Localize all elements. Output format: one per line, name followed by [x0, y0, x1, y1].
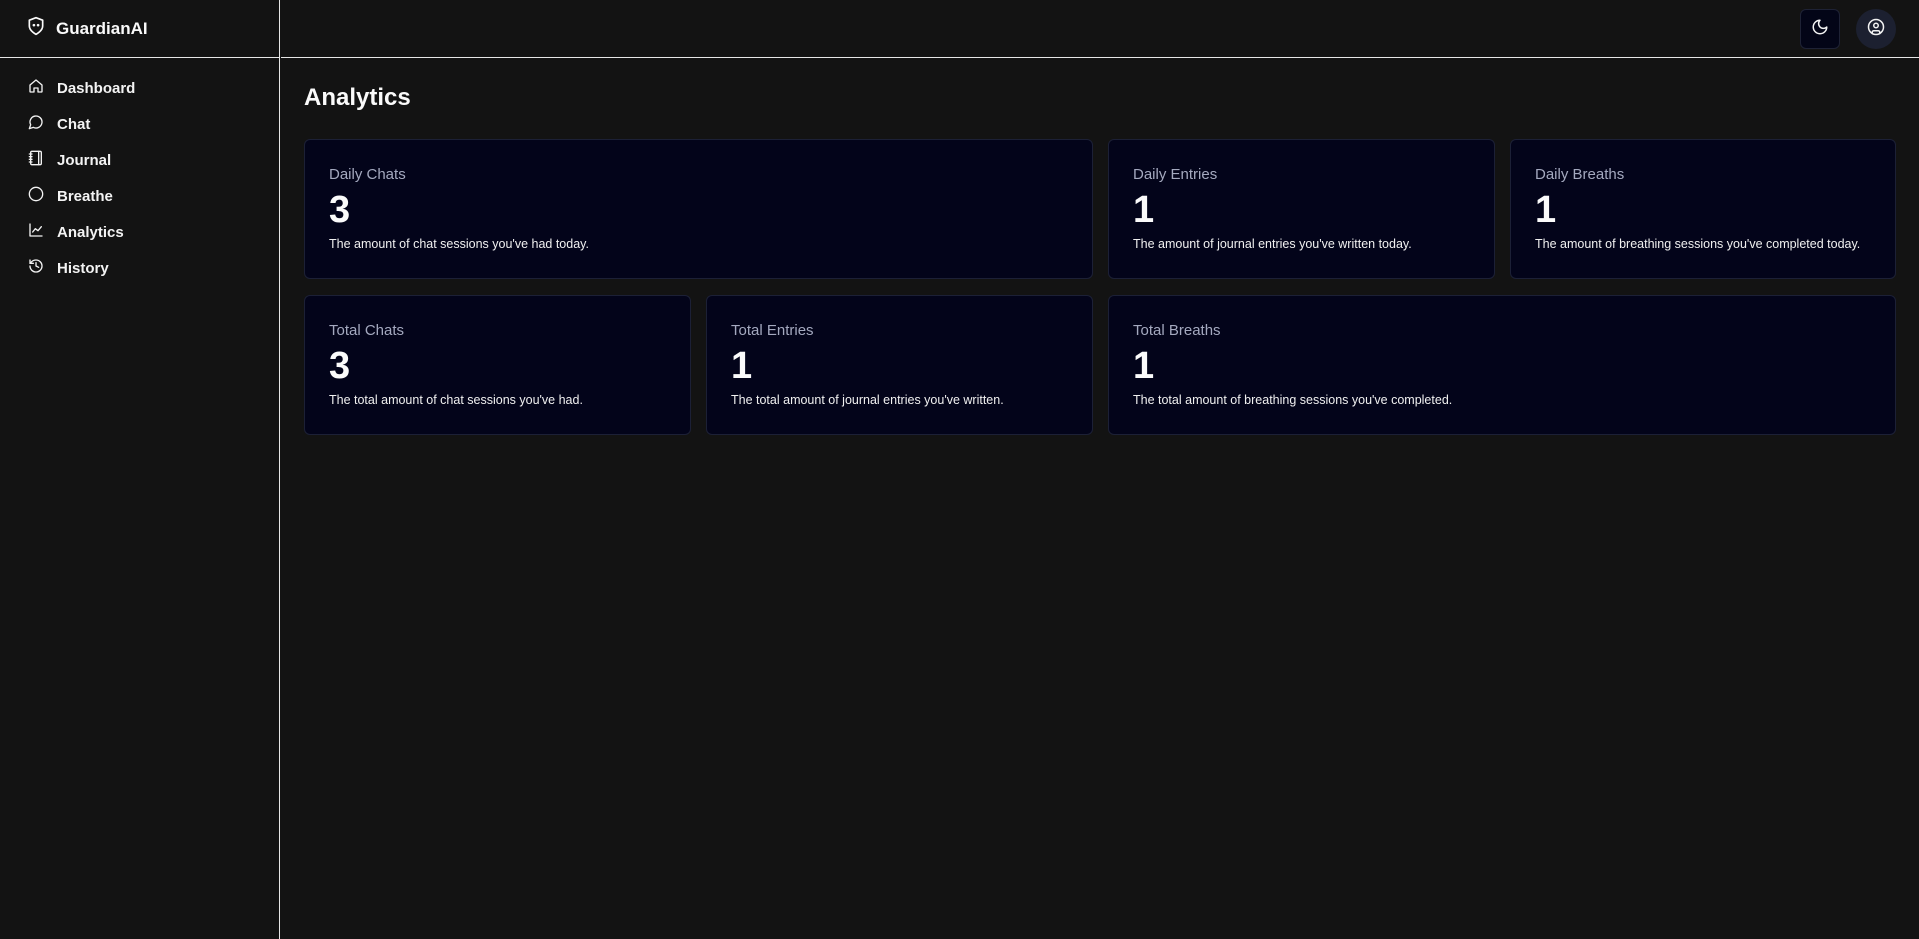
sidebar-item-chat[interactable]: Chat: [0, 106, 279, 142]
stat-card-daily-entries: Daily Entries 1 The amount of journal en…: [1108, 139, 1495, 279]
card-value: 1: [1133, 189, 1155, 231]
stat-card-daily-chats: Daily Chats 3 The amount of chat session…: [304, 139, 1093, 279]
card-title: Total Chats: [329, 322, 405, 339]
card-description: The total amount of journal entries you'…: [731, 393, 1004, 407]
theme-toggle-button[interactable]: [1800, 9, 1840, 49]
card-value: 1: [1535, 189, 1557, 231]
card-description: The amount of journal entries you've wri…: [1133, 237, 1412, 251]
stat-card-daily-breaths: Daily Breaths 1 The amount of breathing …: [1510, 139, 1896, 279]
page-title: Analytics: [304, 84, 411, 111]
message-circle-icon: [28, 114, 44, 135]
sidebar-item-breathe[interactable]: Breathe: [0, 178, 279, 214]
card-title: Daily Breaths: [1535, 166, 1625, 183]
card-title: Daily Chats: [329, 166, 406, 183]
account-button[interactable]: [1856, 9, 1896, 49]
user-circle-icon: [1867, 18, 1885, 41]
card-description: The total amount of chat sessions you've…: [329, 393, 583, 407]
stat-card-total-entries: Total Entries 1 The total amount of jour…: [706, 295, 1093, 435]
sidebar: GuardianAI Dashboard Chat Journal Breath…: [0, 0, 280, 939]
sidebar-item-label: Dashboard: [57, 79, 136, 97]
card-description: The total amount of breathing sessions y…: [1133, 393, 1453, 407]
sidebar-item-label: History: [57, 259, 109, 277]
sidebar-item-dashboard[interactable]: Dashboard: [0, 70, 279, 106]
card-value: 1: [1133, 345, 1155, 387]
card-title: Daily Entries: [1133, 166, 1218, 183]
home-icon: [28, 78, 44, 99]
stat-card-total-chats: Total Chats 3 The total amount of chat s…: [304, 295, 691, 435]
sidebar-item-analytics[interactable]: Analytics: [0, 214, 279, 250]
card-value: 3: [329, 189, 351, 231]
history-icon: [28, 258, 44, 279]
card-description: The amount of breathing sessions you've …: [1535, 237, 1861, 251]
sidebar-item-label: Chat: [57, 115, 91, 133]
line-chart-icon: [28, 222, 44, 243]
card-title: Total Breaths: [1133, 322, 1221, 339]
sidebar-nav: Dashboard Chat Journal Breathe Analytics…: [0, 58, 279, 286]
sidebar-item-label: Analytics: [57, 223, 124, 241]
stat-card-total-breaths: Total Breaths 1 The total amount of brea…: [1108, 295, 1896, 435]
card-description: The amount of chat sessions you've had t…: [329, 237, 589, 251]
card-title: Total Entries: [731, 322, 814, 339]
card-value: 1: [731, 345, 753, 387]
top-bar: [281, 0, 1919, 58]
notebook-icon: [28, 150, 44, 171]
sidebar-item-label: Breathe: [57, 187, 113, 205]
brand[interactable]: GuardianAI: [0, 0, 279, 58]
brand-name: GuardianAI: [56, 18, 148, 38]
moon-icon: [1811, 18, 1829, 41]
card-value: 3: [329, 345, 351, 387]
sidebar-item-label: Journal: [57, 151, 112, 169]
sidebar-item-journal[interactable]: Journal: [0, 142, 279, 178]
sidebar-item-history[interactable]: History: [0, 250, 279, 286]
circle-icon: [28, 186, 44, 207]
shield-logo-icon: [26, 15, 46, 42]
main-content: Analytics Daily Chats 3 The amount of ch…: [281, 59, 1919, 939]
